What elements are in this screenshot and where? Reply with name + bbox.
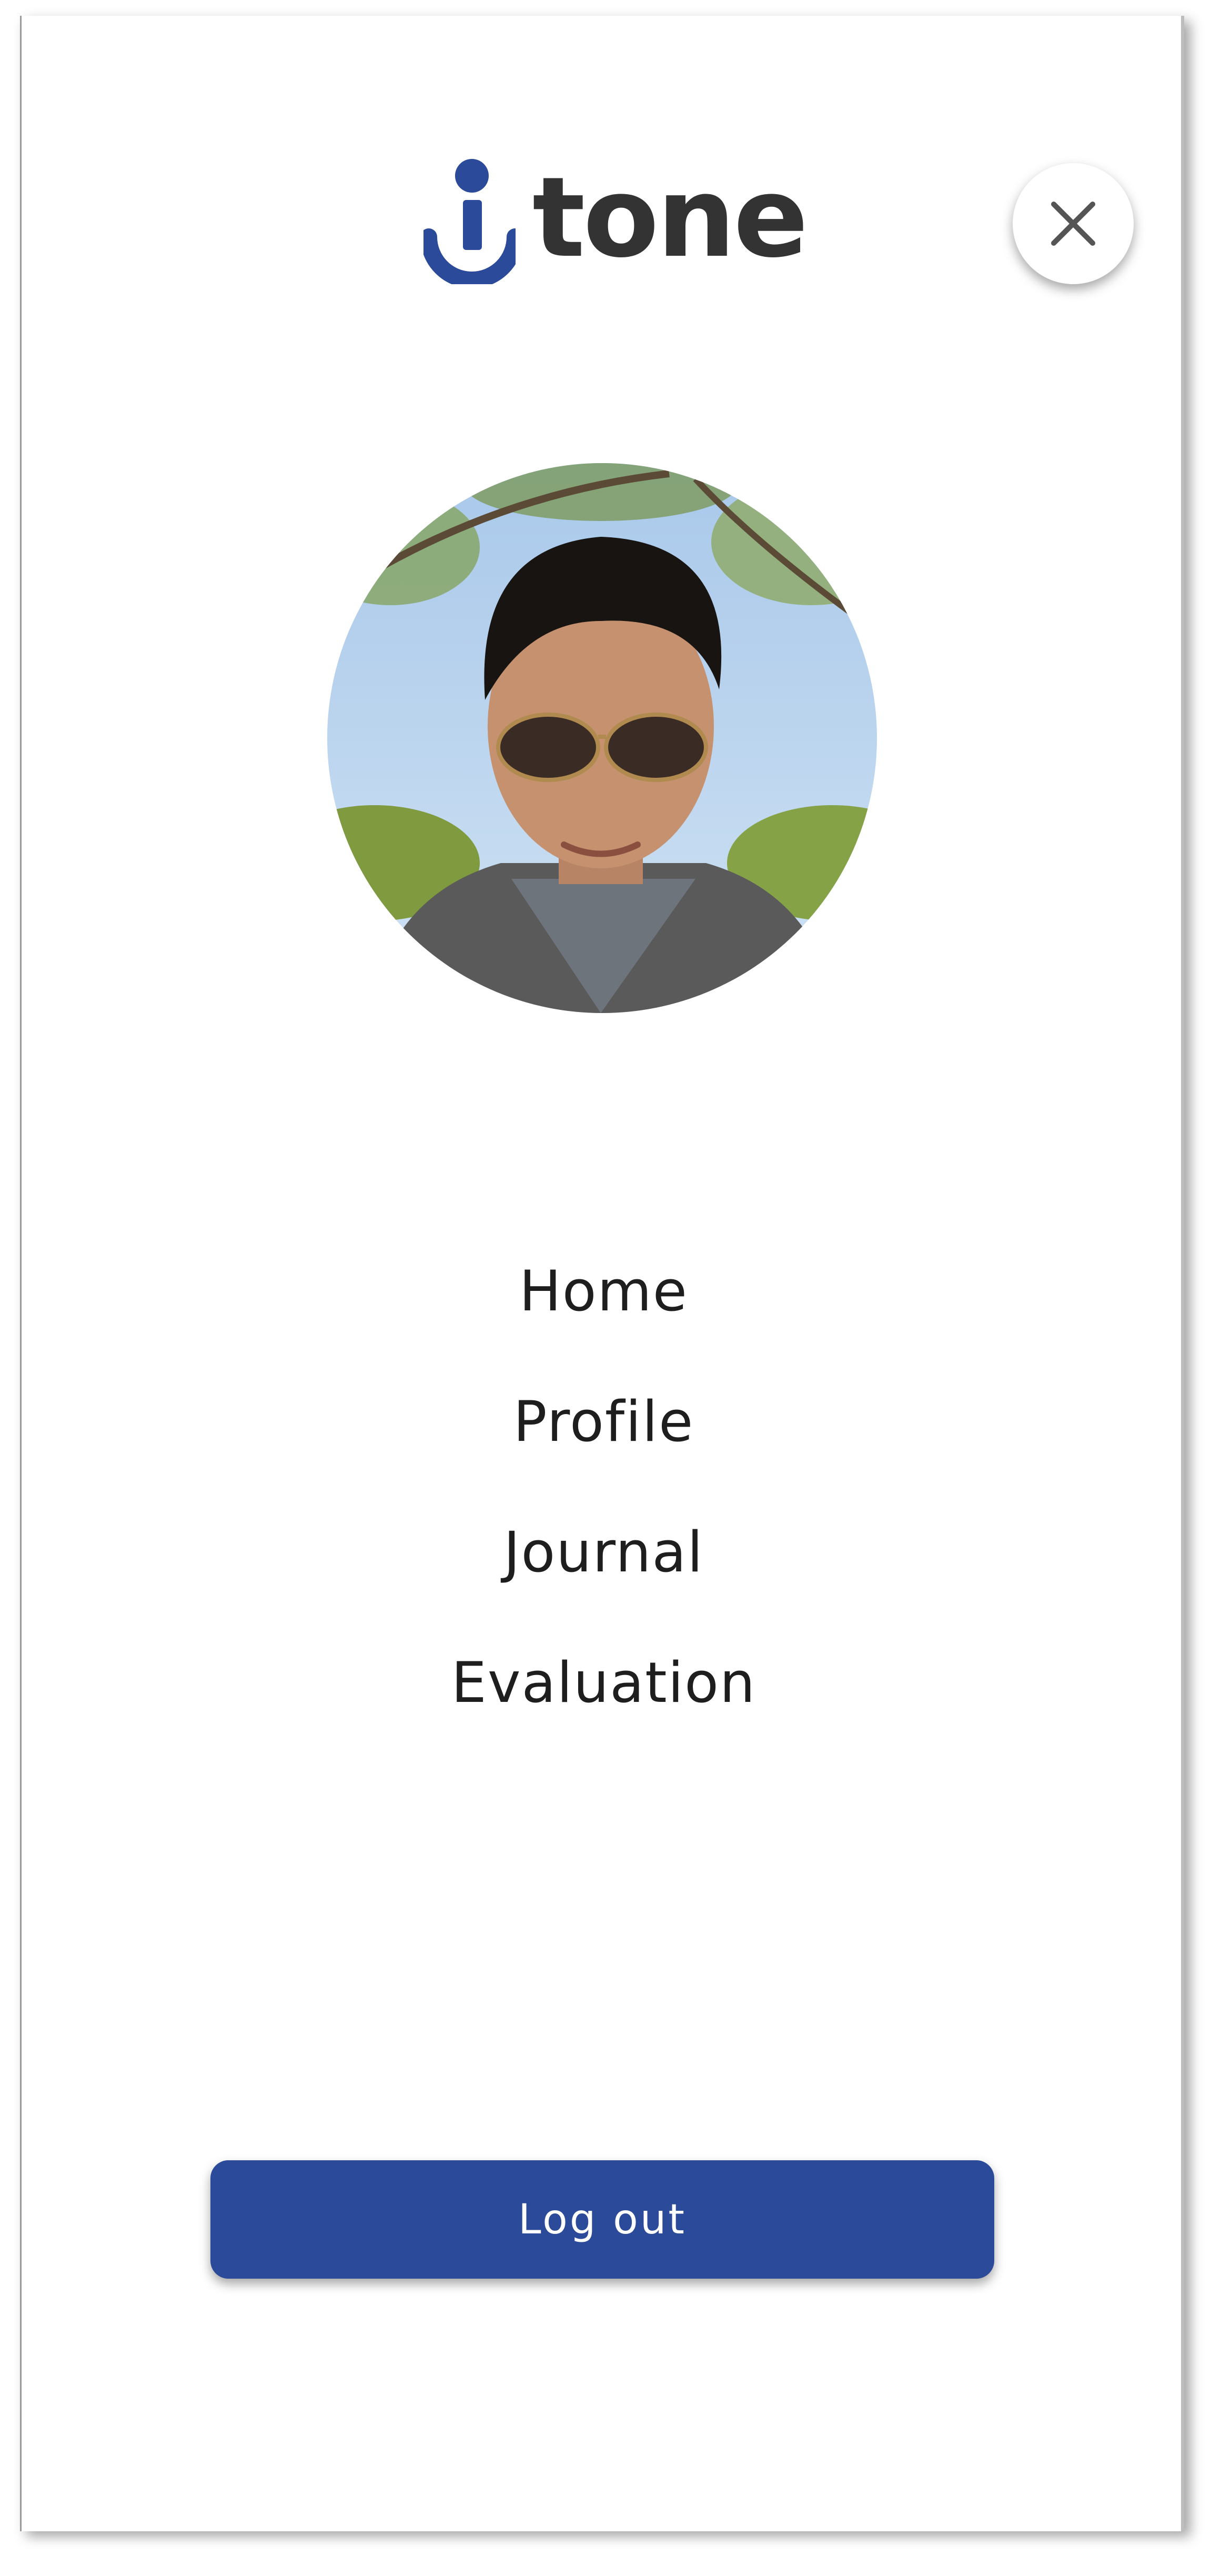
close-button[interactable] [1013,163,1134,284]
close-icon [1051,202,1095,246]
logout-label: Log out [518,2196,687,2243]
nav-item-profile[interactable]: Profile [0,1357,1207,1487]
nav-item-evaluation[interactable]: Evaluation [0,1618,1207,1748]
menu-screen: tone Home Profile Journal Evaluation Log… [0,0,1231,2576]
logout-button[interactable]: Log out [210,2160,994,2279]
avatar[interactable] [327,463,877,1013]
app-logo: tone [423,153,809,284]
nav-item-journal[interactable]: Journal [0,1487,1207,1618]
user-avatar-photo [327,463,877,1013]
brand-name: tone [532,153,809,282]
anchor-i-icon [423,159,516,284]
nav-item-home[interactable]: Home [0,1226,1207,1357]
main-navigation: Home Profile Journal Evaluation [0,1226,1207,1748]
